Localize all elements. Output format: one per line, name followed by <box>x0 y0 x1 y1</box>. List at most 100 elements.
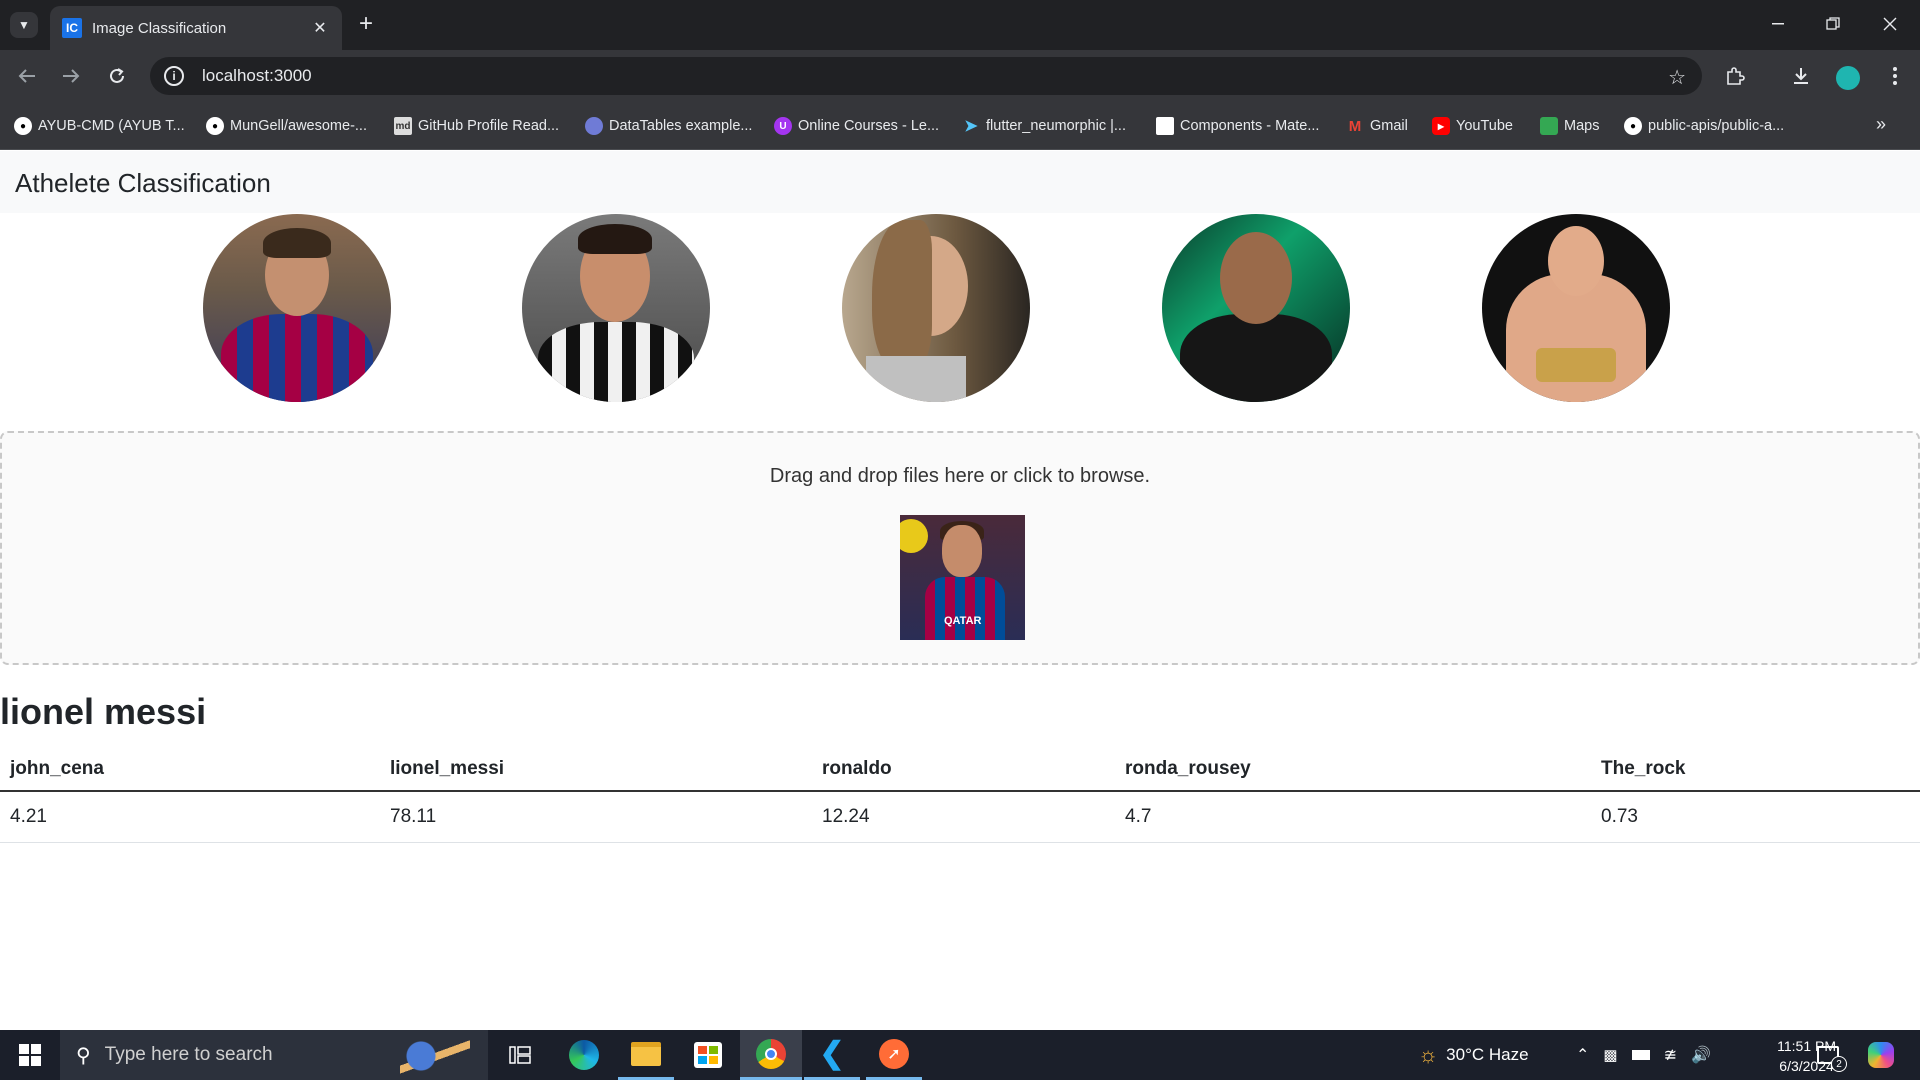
bookmark-item[interactable]: ● public-apis/public-a... <box>1624 115 1784 137</box>
bookmark-item[interactable]: M Gmail <box>1346 115 1408 137</box>
table-header: ronaldo <box>812 744 1115 792</box>
table-header-row: john_cena lionel_messi ronaldo ronda_rou… <box>0 744 1920 792</box>
courses-icon: U <box>774 117 792 135</box>
athlete-avatar-ronaldo[interactable] <box>522 214 710 402</box>
copilot-button[interactable] <box>1856 1030 1906 1080</box>
address-bar[interactable]: i localhost:3000 ☆ <box>150 57 1702 95</box>
task-view-button[interactable] <box>492 1030 548 1080</box>
download-icon <box>1794 68 1808 84</box>
bookmark-item[interactable]: Maps <box>1540 115 1599 137</box>
reload-icon <box>110 68 124 83</box>
table-row: 4.21 78.11 12.24 4.7 0.73 <box>0 791 1920 843</box>
taskbar-search[interactable]: ⚲ Type here to search <box>60 1030 488 1080</box>
forward-button[interactable] <box>56 61 86 91</box>
bookmark-label: GitHub Profile Read... <box>418 118 560 134</box>
store-icon <box>694 1042 722 1068</box>
notification-icon: 2 <box>1817 1046 1847 1072</box>
table-header: john_cena <box>0 744 380 792</box>
chrome-icon <box>756 1038 786 1069</box>
athlete-avatar-messi[interactable] <box>203 214 391 402</box>
app-title: Athelete Classification <box>15 168 271 198</box>
readme-icon: md <box>394 117 412 135</box>
restore-icon <box>1826 17 1840 30</box>
table-cell: 12.24 <box>812 791 1115 843</box>
tab-title: Image Classification <box>92 19 227 37</box>
github-icon: ● <box>206 117 224 135</box>
vscode-icon: ❮ <box>819 1037 845 1070</box>
taskbar-search-placeholder: Type here to search <box>104 1044 273 1065</box>
minimize-button[interactable] <box>1758 8 1798 40</box>
window-close-button[interactable] <box>1870 8 1910 40</box>
thumbnail-jersey-text: QATAR <box>944 615 982 627</box>
taskbar-chrome[interactable] <box>740 1030 802 1080</box>
bookmark-item[interactable]: ● MunGell/awesome-... <box>206 115 367 137</box>
extensions-button[interactable] <box>1720 61 1750 91</box>
tab-favicon-icon: IC <box>62 18 82 38</box>
youtube-icon: ▶ <box>1432 117 1450 135</box>
athlete-avatar-the-rock[interactable] <box>1162 214 1350 402</box>
url-text: localhost:3000 <box>202 66 312 85</box>
profile-avatar[interactable] <box>1836 66 1860 90</box>
close-icon <box>1883 17 1897 31</box>
edge-icon <box>569 1040 599 1070</box>
table-cell: 78.11 <box>380 791 812 843</box>
downloads-button[interactable] <box>1786 61 1816 91</box>
taskbar-file-explorer[interactable] <box>618 1030 674 1080</box>
maps-icon <box>1540 117 1558 135</box>
athlete-avatar-rousey[interactable] <box>842 214 1030 402</box>
table-cell: 4.21 <box>0 791 380 843</box>
bookmark-item[interactable]: ➤ flutter_neumorphic |... <box>962 115 1126 137</box>
notifications-button[interactable]: 2 <box>1804 1030 1852 1080</box>
bookmark-item[interactable]: md GitHub Profile Read... <box>394 115 559 137</box>
chevron-up-icon[interactable]: ⌃ <box>1576 1045 1589 1065</box>
haze-icon: ☼ <box>1418 1042 1439 1067</box>
battery-icon[interactable] <box>1631 1050 1650 1060</box>
probability-table: john_cena lionel_messi ronaldo ronda_rou… <box>0 744 1920 843</box>
postman-icon: ➚ <box>879 1038 909 1069</box>
table-header: The_rock <box>1591 744 1920 792</box>
taskbar-vscode[interactable]: ❮ <box>804 1030 860 1080</box>
bookmarks-overflow-icon[interactable]: » <box>1876 114 1886 135</box>
bookmark-label: AYUB-CMD (AYUB T... <box>38 118 185 134</box>
material-icon <box>1156 117 1174 135</box>
start-button[interactable] <box>0 1030 60 1080</box>
tab-search-button[interactable]: ▼ <box>10 12 38 38</box>
taskbar-edge[interactable] <box>556 1030 612 1080</box>
menu-button[interactable] <box>1880 61 1910 91</box>
taskbar: ⚲ Type here to search ❮ ➚ ☼ 30°C Haze ⌃ … <box>0 1030 1920 1080</box>
browser-tab[interactable]: IC Image Classification ✕ <box>50 6 342 50</box>
restore-button[interactable] <box>1813 8 1853 40</box>
bookmark-item[interactable]: ● AYUB-CMD (AYUB T... <box>14 115 185 137</box>
app-navbar: Athelete Classification <box>0 151 1920 213</box>
notification-count: 2 <box>1831 1056 1847 1072</box>
camera-icon[interactable]: ▩ <box>1603 1046 1617 1064</box>
bookmark-item[interactable]: ▶ YouTube <box>1432 115 1513 137</box>
close-icon[interactable]: ✕ <box>310 18 330 38</box>
search-icon: ⚲ <box>76 1044 91 1067</box>
taskbar-postman[interactable]: ➚ <box>866 1030 922 1080</box>
site-info-icon[interactable]: i <box>164 66 184 86</box>
bookmark-star-icon[interactable]: ☆ <box>1668 65 1686 90</box>
back-button[interactable] <box>12 61 42 91</box>
weather-widget[interactable]: ☼ 30°C Haze <box>1418 1030 1529 1080</box>
bookmark-item[interactable]: Components - Mate... <box>1156 115 1319 137</box>
copilot-icon <box>1868 1042 1894 1068</box>
new-tab-button[interactable]: + <box>352 10 380 38</box>
wifi-icon[interactable]: ≇ <box>1664 1045 1677 1065</box>
reload-button[interactable] <box>102 61 132 91</box>
table-cell: 4.7 <box>1115 791 1591 843</box>
github-icon: ● <box>14 117 32 135</box>
bookmark-label: Maps <box>1564 118 1600 134</box>
cricket-icon <box>400 1038 470 1074</box>
table-cell: 0.73 <box>1591 791 1920 843</box>
prediction-title: lionel messi <box>0 691 207 732</box>
task-view-icon <box>509 1046 531 1064</box>
athlete-avatar-john-cena[interactable] <box>1482 214 1670 402</box>
file-dropzone[interactable]: Drag and drop files here or click to bro… <box>0 431 1920 665</box>
arrow-right-icon <box>63 69 80 83</box>
minimize-icon <box>1772 23 1784 25</box>
bookmark-item[interactable]: U Online Courses - Le... <box>774 115 939 137</box>
taskbar-store[interactable] <box>680 1030 736 1080</box>
bookmark-item[interactable]: DataTables example... <box>585 115 752 137</box>
volume-icon[interactable]: 🔊 <box>1691 1045 1711 1065</box>
